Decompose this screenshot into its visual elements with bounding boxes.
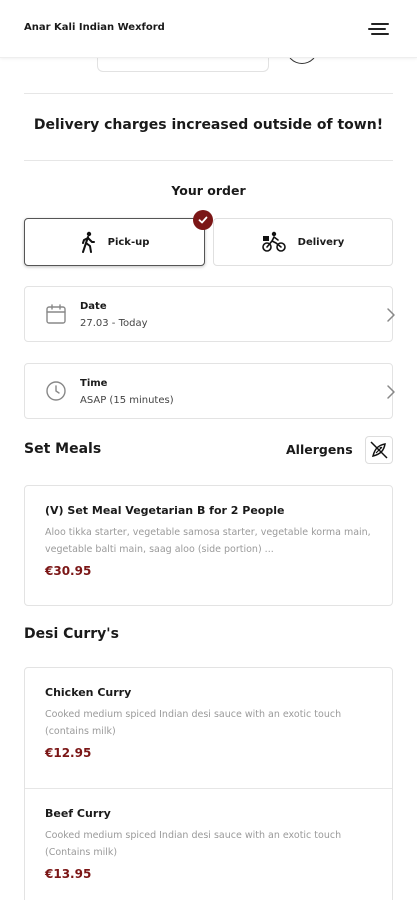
restaurant-title: Anar Kali Indian Wexford <box>24 22 165 33</box>
delivery-notice: Delivery charges increased outside of to… <box>33 117 384 133</box>
divider <box>24 93 393 94</box>
menu-item[interactable]: Beef Curry Cooked medium spiced Indian d… <box>45 807 375 881</box>
app-header: Anar Kali Indian Wexford <box>0 0 417 58</box>
allergens-label[interactable]: Allergens <box>286 442 353 457</box>
walking-person-icon <box>81 231 95 253</box>
time-selector[interactable]: Time ASAP (15 minutes) <box>24 363 395 419</box>
allergen-wheat-icon <box>370 441 388 459</box>
menu-item[interactable]: Chicken Curry Cooked medium spiced India… <box>45 686 375 760</box>
item-name: Beef Curry <box>45 807 111 820</box>
pickup-label: Pick-up <box>107 236 150 248</box>
menu-item[interactable]: (V) Set Meal Vegetarian B for 2 People A… <box>45 504 375 578</box>
section-title-desi-currys: Desi Curry's <box>24 626 119 642</box>
date-label: Date <box>80 301 107 312</box>
date-selector[interactable]: Date 27.03 - Today <box>24 286 395 342</box>
item-description: Aloo tikka starter, vegetable samosa sta… <box>45 527 371 555</box>
item-description: Cooked medium spiced Indian desi sauce w… <box>45 830 342 858</box>
pickup-option[interactable]: Pick-up <box>24 218 205 266</box>
delivery-label: Delivery <box>297 236 345 248</box>
time-value: ASAP (15 minutes) <box>80 395 174 406</box>
item-name: (V) Set Meal Vegetarian B for 2 People <box>45 504 285 517</box>
time-label: Time <box>80 378 108 389</box>
delivery-option[interactable]: Delivery <box>213 218 393 266</box>
calendar-icon <box>46 304 66 324</box>
item-description: Cooked medium spiced Indian desi sauce w… <box>45 709 342 737</box>
item-price: €30.95 <box>45 564 92 578</box>
allergens-button[interactable] <box>365 436 393 464</box>
item-name: Chicken Curry <box>45 686 132 699</box>
chevron-right-icon <box>387 385 395 399</box>
your-order-heading: Your order <box>171 183 246 198</box>
menu-item-card[interactable]: (V) Set Meal Vegetarian B for 2 People A… <box>24 485 393 606</box>
clock-icon <box>46 381 66 401</box>
bicycle-courier-icon <box>261 231 286 252</box>
hamburger-menu-icon[interactable] <box>367 20 389 38</box>
item-price: €12.95 <box>45 746 92 760</box>
item-divider <box>25 788 392 789</box>
menu-items-card: Chicken Curry Cooked medium spiced India… <box>24 667 393 900</box>
selected-check-icon <box>193 210 213 230</box>
date-value: 27.03 - Today <box>80 318 148 329</box>
section-title-set-meals: Set Meals <box>24 441 102 457</box>
item-price: €13.95 <box>45 867 92 881</box>
chevron-right-icon <box>387 308 395 322</box>
divider <box>24 160 393 161</box>
